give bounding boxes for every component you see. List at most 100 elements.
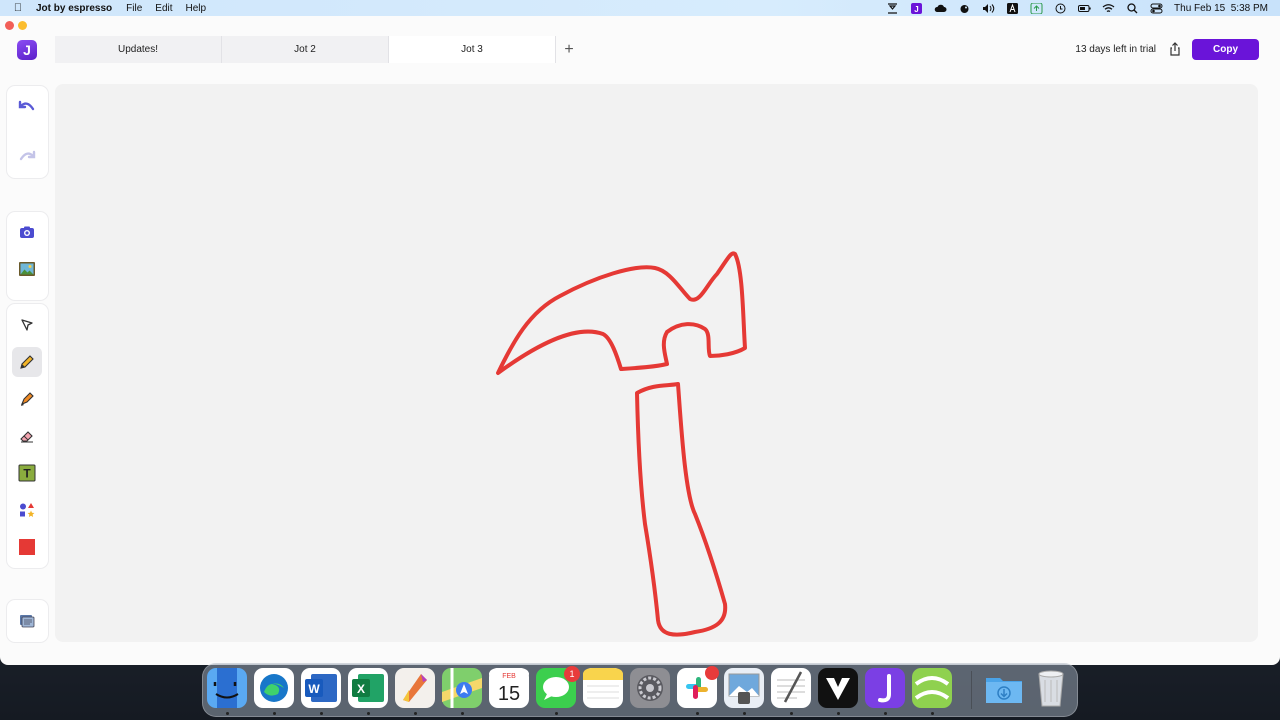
hammer-handle-stroke [635,382,728,637]
image-button[interactable] [12,254,42,284]
vectorworks-icon [818,668,858,708]
clock-history-icon[interactable] [1054,3,1067,14]
menu-edit[interactable]: Edit [155,3,172,14]
textedit-icon [771,668,811,708]
media-toolbar [7,212,48,300]
share-icon[interactable] [1168,42,1182,56]
dock-downloads[interactable] [984,668,1024,708]
edge-icon [254,668,294,708]
excel-icon: X [348,668,388,708]
running-indicator [414,712,417,715]
word-icon: W [301,668,341,708]
trial-status: 13 days left in trial [1075,44,1156,55]
dock-maps[interactable] [442,668,482,708]
dock-excel[interactable]: X [348,668,388,708]
running-indicator [367,712,370,715]
preview-icon [724,668,764,708]
settings-gear-icon [630,668,670,708]
cloud-icon[interactable] [934,3,947,14]
eraser-tool[interactable] [12,421,42,451]
upload-icon[interactable] [1030,2,1043,14]
select-tool[interactable] [12,310,42,340]
wifi-icon[interactable] [1102,3,1115,14]
title-bar[interactable] [0,16,1280,36]
dock-trash[interactable] [1031,668,1071,708]
redo-button[interactable] [12,142,42,172]
tab-jot-3[interactable]: Jot 3 [389,36,556,63]
pencil-icon [20,355,34,369]
dock-calendar[interactable]: FEB 15 [489,668,529,708]
control-center-icon[interactable] [1150,3,1163,14]
menubar-clock[interactable]: Thu Feb 15 5:38 PM [1174,3,1268,14]
volume-icon[interactable] [982,3,995,14]
notes-icon [583,668,623,708]
bird-icon[interactable] [958,3,971,14]
hammer-head-stroke [496,251,747,375]
text-tool[interactable]: T [12,458,42,488]
menu-file[interactable]: File [126,3,142,14]
select-icon [21,319,33,331]
messages-badge: 1 [564,666,580,682]
dock-system-settings[interactable] [630,668,670,708]
spotlight-icon[interactable] [1126,2,1139,14]
dock-jot[interactable] [865,668,905,708]
image-icon [19,262,35,276]
text-a-icon[interactable] [1006,2,1019,14]
dock-notes[interactable] [583,668,623,708]
shapes-icon [20,503,35,517]
dock-finder[interactable] [207,668,247,708]
calendar-day: 15 [498,683,520,705]
menu-help[interactable]: Help [186,3,207,14]
marker-icon [21,392,34,406]
running-indicator [743,712,746,715]
running-indicator [226,712,229,715]
pencil-tool[interactable] [12,347,42,377]
battery-icon[interactable] [1078,3,1091,14]
close-window-button[interactable] [5,21,14,30]
text-icon: T [18,464,36,482]
undo-button[interactable] [12,92,42,122]
drawing-canvas[interactable] [55,84,1258,642]
running-indicator [790,712,793,715]
calendar-month: FEB [502,673,516,680]
copy-button[interactable]: Copy [1192,39,1259,60]
jot-icon [865,668,905,708]
drawing-toolbar: T [7,304,48,568]
finder-icon [207,668,247,708]
dock-vectorworks[interactable] [818,668,858,708]
dock-edge[interactable] [254,668,294,708]
tab-jot-2[interactable]: Jot 2 [222,36,389,63]
dock-affinity[interactable] [395,668,435,708]
svg-text:J: J [914,5,918,14]
running-indicator [320,712,323,715]
jot-window: J Updates! Jot 2 Jot 3 + 13 days left in… [0,16,1280,665]
color-swatch-button[interactable] [12,532,42,562]
running-indicator [273,712,276,715]
undo-icon [18,100,35,111]
dock-textedit[interactable] [771,668,811,708]
menu-bar:  Jot by espresso File Edit Help J Thu F… [0,0,1280,16]
dock: W X FEB 15 1 [202,663,1078,717]
status-area: J Thu Feb 15 5:38 PM [886,2,1268,14]
minimize-window-button[interactable] [18,21,27,30]
camera-button[interactable] [12,217,42,247]
stage-manager-icon[interactable] [886,2,899,14]
dock-preview[interactable] [724,668,764,708]
shapes-tool[interactable] [12,495,42,525]
marker-tool[interactable] [12,384,42,414]
affinity-icon [395,668,435,708]
app-name-menu[interactable]: Jot by espresso [36,3,112,14]
tab-updates[interactable]: Updates! [55,36,222,63]
running-indicator [461,712,464,715]
dock-word[interactable]: W [301,668,341,708]
add-tab-button[interactable]: + [556,36,582,63]
layers-toolbar [7,600,48,642]
jot-menu-icon[interactable]: J [910,2,923,14]
apple-menu-icon[interactable]:  [12,2,24,14]
running-indicator [931,712,934,715]
layers-button[interactable] [12,606,42,636]
camera-icon [20,226,34,238]
history-toolbar [7,86,48,178]
running-indicator [837,712,840,715]
dock-green-app[interactable] [912,668,952,708]
